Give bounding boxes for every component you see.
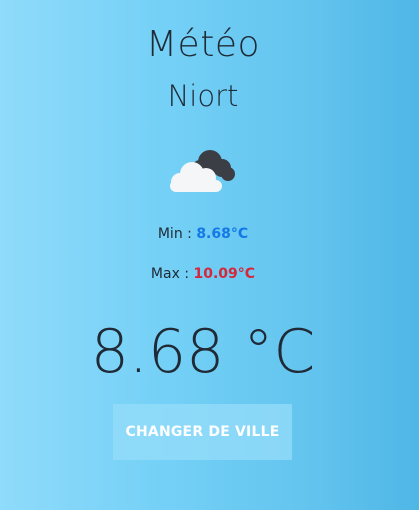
change-city-button[interactable]: CHANGER DE VILLE — [113, 404, 292, 460]
min-temp-label: Min : — [157, 226, 192, 242]
current-temperature: 8.68 °C — [90, 317, 316, 387]
max-temp-value: 10.09°C — [193, 266, 256, 282]
cloudy-icon — [166, 146, 240, 194]
city-name: Niort — [167, 79, 239, 113]
max-temp-label: Max : — [150, 266, 190, 282]
app-title: Météo — [146, 24, 260, 65]
min-temp-value: 8.68°C — [196, 226, 249, 242]
weather-app: Météo Niort Min : 8.68°C Max : 10.09°C 8… — [0, 0, 406, 510]
min-temp-row: Min : 8.68°C — [0, 225, 406, 243]
max-temp-row: Max : 10.09°C — [0, 265, 406, 283]
